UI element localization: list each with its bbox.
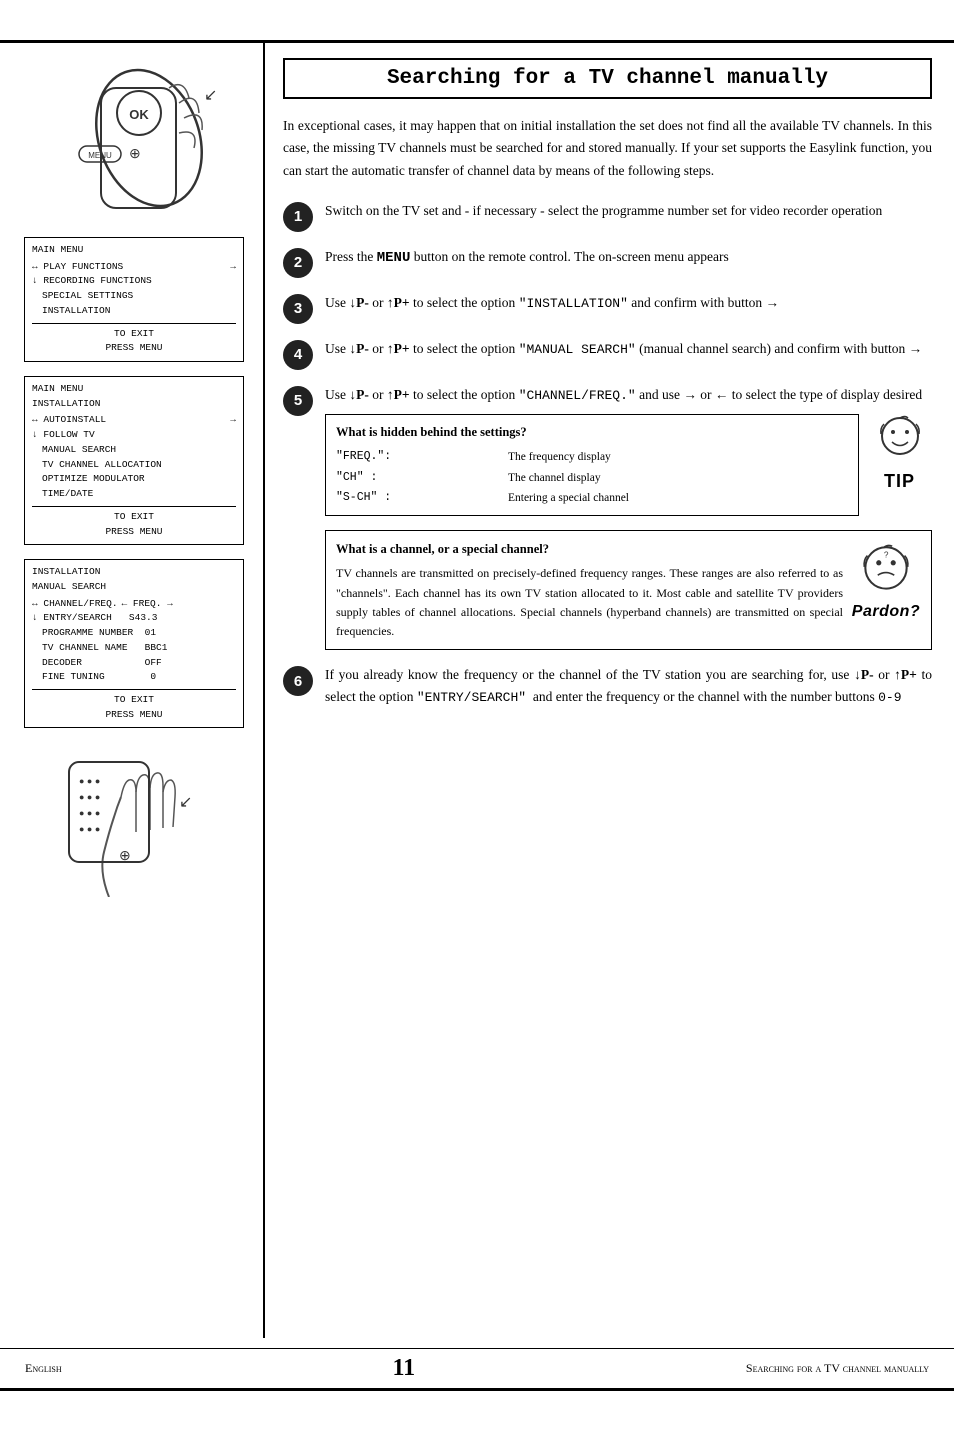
pardon-title: What is a channel, or a special channel?: [336, 539, 843, 559]
tip-row-2-code: "CH" :: [336, 468, 508, 488]
svg-text:?: ?: [884, 551, 889, 560]
step-2-number: 2: [283, 248, 313, 278]
step-5-text: Use ↓P- or ↑P+ to select the option "CHA…: [325, 384, 932, 406]
step-5-content: Use ↓P- or ↑P+ to select the option "CHA…: [325, 384, 932, 517]
pardon-label: Pardon?: [852, 603, 920, 621]
tip-row-2-desc: The channel display: [508, 468, 848, 488]
step-6-text: If you already know the frequency or the…: [325, 664, 932, 709]
tip-label: TIP: [884, 471, 915, 492]
step-3-text: Use ↓P- or ↑P+ to select the option "INS…: [325, 292, 779, 314]
menu-box-3: INSTALLATION MANUAL SEARCH ↔ CHANNEL/FRE…: [24, 559, 244, 728]
footer-left: English: [25, 1361, 62, 1376]
tip-box: What is hidden behind the settings? "FRE…: [325, 414, 859, 516]
numpad-illustration: ● ● ● ● ● ● ● ● ● ● ● ● ⊕ ↙: [39, 742, 229, 897]
tip-section: What is hidden behind the settings? "FRE…: [325, 414, 932, 516]
svg-text:↙: ↙: [204, 87, 217, 104]
menu-box-2-subtitle: INSTALLATION: [32, 397, 236, 412]
svg-text:OK: OK: [129, 107, 149, 122]
svg-text:● ● ●: ● ● ●: [79, 776, 100, 786]
step-2: 2 Press the MENU button on the remote co…: [283, 246, 932, 278]
step-6-number: 6: [283, 666, 313, 696]
pardon-text-block: What is a channel, or a special channel?…: [336, 539, 843, 641]
step-4-text: Use ↓P- or ↑P+ to select the option "MAN…: [325, 338, 922, 360]
step-1-text: Switch on the TV set and - if necessary …: [325, 200, 882, 222]
page-footer: English 11 Searching for a TV channel ma…: [0, 1348, 954, 1388]
right-column: Searching for a TV channel manually In e…: [265, 43, 954, 1338]
svg-text:↙: ↙: [179, 794, 192, 811]
menu-box-1-footer-2: PRESS MENU: [32, 341, 236, 356]
tip-box-title: What is hidden behind the settings?: [336, 422, 848, 442]
step-5-number: 5: [283, 386, 313, 416]
remote-control-illustration: OK MENU ⊕ ↙: [29, 58, 239, 223]
tip-row-3-code: "S-CH" :: [336, 488, 508, 508]
step-6: 6 If you already know the frequency or t…: [283, 664, 932, 709]
menu-box-1-footer-1: TO EXIT: [32, 327, 236, 342]
footer-page-number: 11: [392, 1355, 415, 1382]
pardon-face-column: ? Pardon?: [851, 539, 921, 621]
footer-right: Searching for a TV channel manually: [746, 1361, 929, 1376]
step-3-number: 3: [283, 294, 313, 324]
tip-face-column: TIP: [867, 414, 932, 492]
page-title: Searching for a TV channel manually: [283, 58, 932, 99]
tip-face-icon: [870, 414, 930, 469]
tip-row-1-desc: The frequency display: [508, 447, 848, 467]
menu-box-3-items: ↔ CHANNEL/FREQ.← FREQ. → ↓ ENTRY/SEARCH …: [32, 597, 236, 685]
intro-paragraph: In exceptional cases, it may happen that…: [283, 115, 932, 182]
svg-text:⊕: ⊕: [119, 847, 131, 863]
tip-row-1-code: "FREQ.":: [336, 447, 508, 467]
left-column: OK MENU ⊕ ↙: [0, 43, 265, 1338]
step-2-text: Press the MENU button on the remote cont…: [325, 246, 729, 270]
menu-box-1-title: MAIN MENU: [32, 243, 236, 258]
pardon-body: TV channels are transmitted on precisely…: [336, 564, 843, 641]
svg-text:● ● ●: ● ● ●: [79, 808, 100, 818]
steps-container: 1 Switch on the TV set and - if necessar…: [283, 200, 932, 709]
step-4: 4 Use ↓P- or ↑P+ to select the option "M…: [283, 338, 932, 370]
step-4-number: 4: [283, 340, 313, 370]
menu-box-1-items: ↔ PLAY FUNCTIONS→ ↓ RECORDING FUNCTIONS …: [32, 260, 236, 319]
svg-text:● ● ●: ● ● ●: [79, 824, 100, 834]
menu-box-1: MAIN MENU ↔ PLAY FUNCTIONS→ ↓ RECORDING …: [24, 237, 244, 362]
pardon-section: What is a channel, or a special channel?…: [325, 530, 932, 650]
step-3: 3 Use ↓P- or ↑P+ to select the option "I…: [283, 292, 932, 324]
menu-box-2: MAIN MENU INSTALLATION ↔ AUTOINSTALL→ ↓ …: [24, 376, 244, 545]
step-1: 1 Switch on the TV set and - if necessar…: [283, 200, 932, 232]
menu-box-2-title: MAIN MENU: [32, 382, 236, 397]
step-5: 5 Use ↓P- or ↑P+ to select the option "C…: [283, 384, 932, 517]
step-1-number: 1: [283, 202, 313, 232]
menu-box-2-items: ↔ AUTOINSTALL→ ↓ FOLLOW TV MANUAL SEARCH…: [32, 413, 236, 501]
svg-text:● ● ●: ● ● ●: [79, 792, 100, 802]
tip-row-3-desc: Entering a special channel: [508, 488, 848, 508]
pardon-face-icon: ?: [855, 539, 917, 601]
svg-text:⊕: ⊕: [129, 145, 141, 161]
